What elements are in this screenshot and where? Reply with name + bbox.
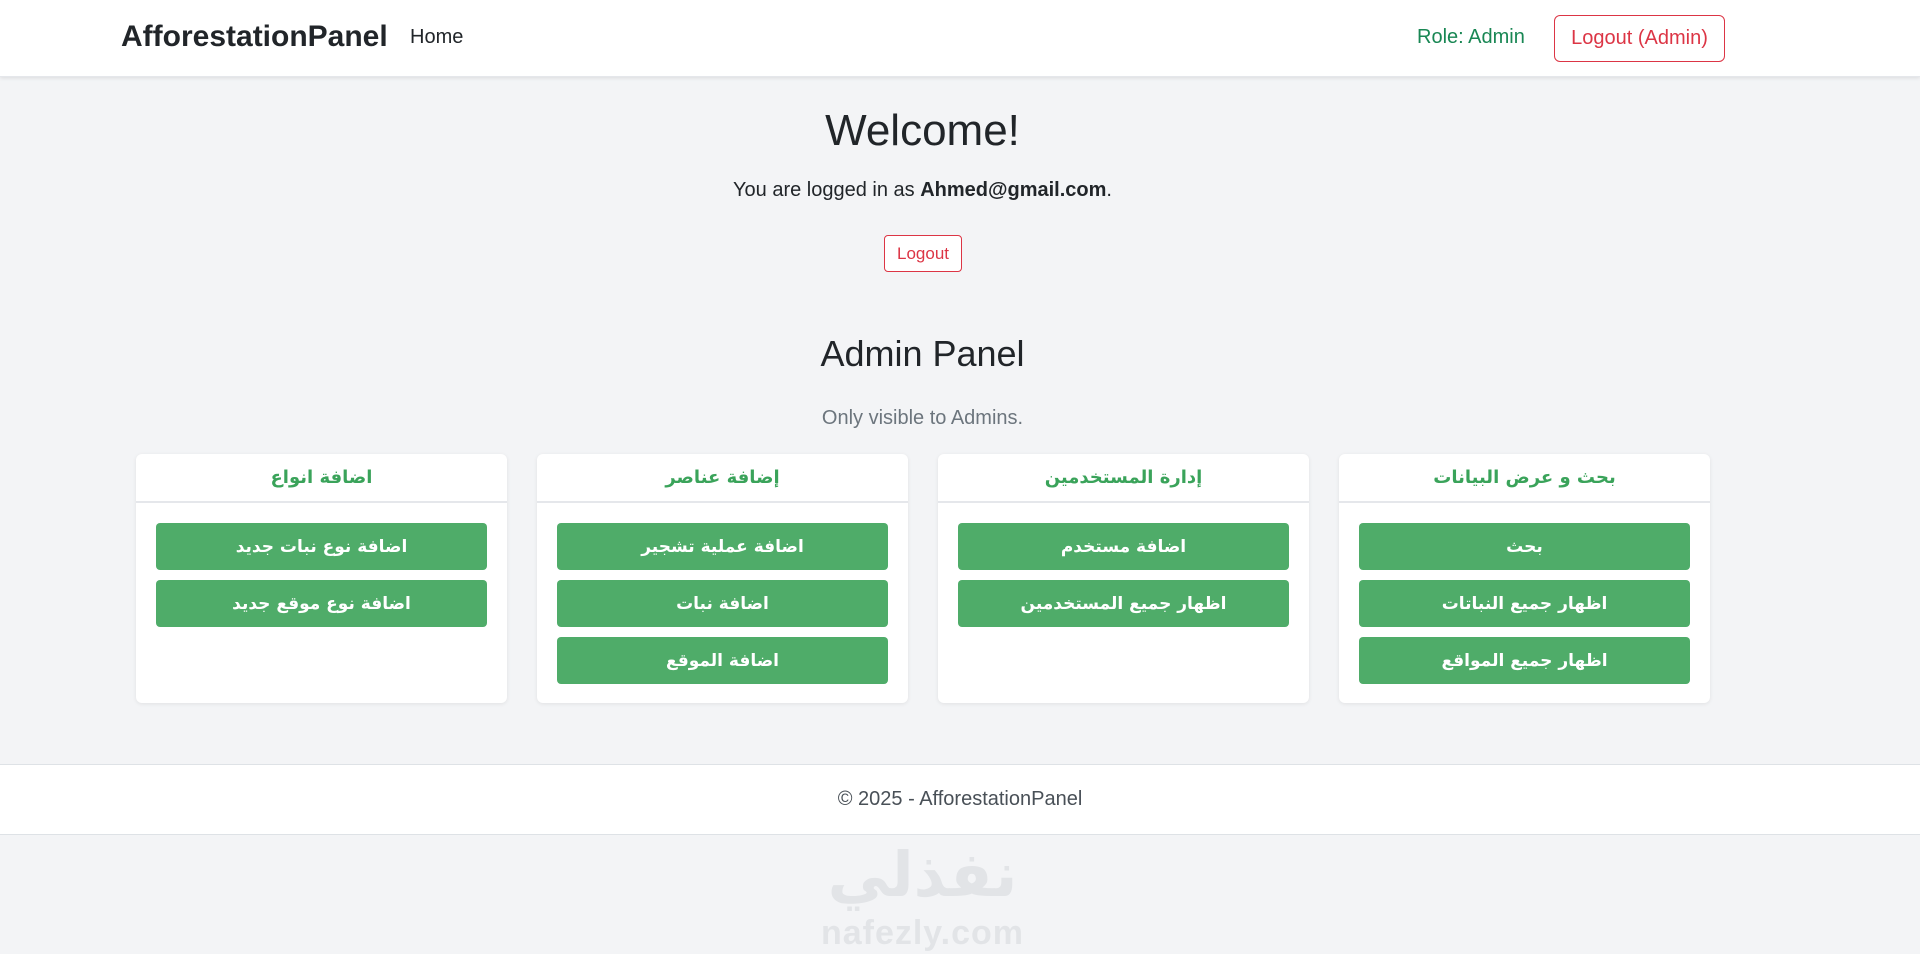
add-afforestation-button[interactable]: اضافة عملية تشجير <box>557 523 888 570</box>
admin-panel-subtitle: Only visible to Admins. <box>821 407 1024 429</box>
add-user-button[interactable]: اضافة مستخدم <box>958 523 1289 570</box>
logged-in-suffix: . <box>1106 179 1112 201</box>
card-header: إدارة المستخدمين <box>938 454 1309 503</box>
nav-link-home[interactable]: Home <box>410 26 463 49</box>
card-add-types: اضافة انواع اضافة نوع نبات جديد اضافة نو… <box>136 454 507 703</box>
search-button[interactable]: بحث <box>1359 523 1690 570</box>
show-all-locations-button[interactable]: اظهار جميع المواقع <box>1359 637 1690 684</box>
card-header: اضافة انواع <box>136 454 507 503</box>
add-location-button[interactable]: اضافة الموقع <box>557 637 888 684</box>
card-user-management: إدارة المستخدمين اضافة مستخدم اظهار جميع… <box>938 454 1309 703</box>
logout-button[interactable]: Logout <box>884 235 962 272</box>
add-plant-button[interactable]: اضافة نبات <box>557 580 888 627</box>
add-location-type-button[interactable]: اضافة نوع موقع جديد <box>156 580 487 627</box>
card-header: إضافة عناصر <box>537 454 908 503</box>
card-search-view: بحث و عرض البيانات بحث اظهار جميع النبات… <box>1339 454 1710 703</box>
card-add-items: إضافة عناصر اضافة عملية تشجير اضافة نبات… <box>537 454 908 703</box>
watermark-logo-latin: nafezly.com <box>820 914 1025 952</box>
user-email: Ahmed@gmail.com <box>920 179 1107 201</box>
footer-text: © 2025 - AfforestationPanel <box>837 788 1083 810</box>
role-label: Role: Admin <box>1417 26 1525 48</box>
navbar-logout-button[interactable]: Logout (Admin) <box>1554 15 1725 62</box>
navbar: AfforestationPanel Home Role: Admin Logo… <box>0 0 1920 77</box>
logged-in-message: You are logged in as Ahmed@gmail.com. <box>0 179 1845 202</box>
show-all-users-button[interactable]: اظهار جميع المستخدمين <box>958 580 1289 627</box>
welcome-title: Welcome! <box>825 106 1020 155</box>
footer: © 2025 - AfforestationPanel <box>0 764 1920 835</box>
admin-panel-title: Admin Panel <box>820 333 1025 374</box>
watermark-logo-arabic: نفذلي <box>827 838 1018 911</box>
add-plant-type-button[interactable]: اضافة نوع نبات جديد <box>156 523 487 570</box>
show-all-plants-button[interactable]: اظهار جميع النباتات <box>1359 580 1690 627</box>
brand-logo[interactable]: AfforestationPanel <box>121 20 388 54</box>
card-header: بحث و عرض البيانات <box>1339 454 1710 503</box>
logged-in-prefix: You are logged in as <box>733 179 921 201</box>
